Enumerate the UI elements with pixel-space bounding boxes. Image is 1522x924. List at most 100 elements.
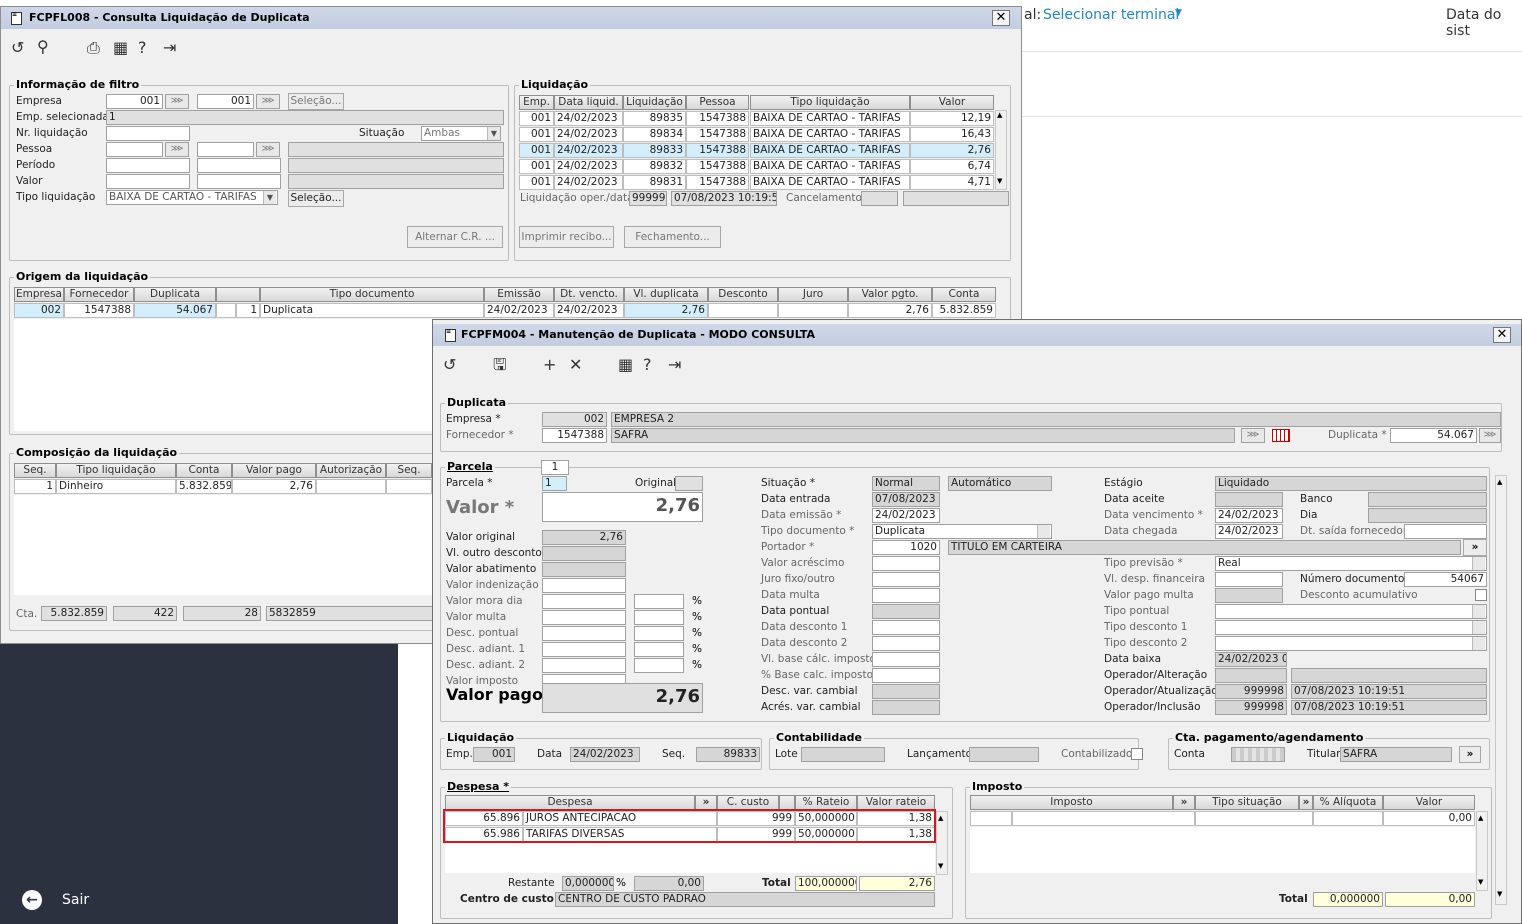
nr-liq-field[interactable] <box>106 126 190 141</box>
column-header[interactable]: Desconto <box>708 287 778 302</box>
pessoa-field-a[interactable] <box>106 142 163 157</box>
table-cell[interactable]: Dinheiro <box>56 479 176 494</box>
column-header[interactable]: Tipo documento <box>260 287 484 302</box>
table-cell[interactable]: 24/02/2023 <box>554 159 623 174</box>
col-despesa[interactable]: Despesa <box>445 795 695 810</box>
lookup-icon[interactable]: ⋙ <box>256 142 280 157</box>
column-header[interactable]: Autorização <box>316 463 386 478</box>
table-cell[interactable] <box>708 303 778 318</box>
col-pessoa[interactable]: Pessoa <box>686 95 749 110</box>
value-field[interactable]: Duplicata <box>872 524 1052 539</box>
column-header[interactable]: Valor pgto. <box>848 287 932 302</box>
chevron-down-icon[interactable] <box>1037 525 1050 538</box>
percent-field[interactable] <box>634 626 684 641</box>
value-field[interactable]: 24/02/2023 <box>1215 524 1283 539</box>
table-cell[interactable]: BAIXA DE CARTAO - TARIFAS <box>750 175 910 190</box>
add-icon[interactable]: + <box>543 356 556 374</box>
col-liquidacao[interactable]: Liquidação <box>623 95 686 110</box>
selecao-button[interactable]: Seleção... <box>288 93 344 110</box>
table-cell[interactable]: 5.832.859 <box>932 303 996 318</box>
calendar-icon[interactable]: ▦ <box>113 39 128 57</box>
value-field[interactable] <box>542 642 626 657</box>
col-data-liquid[interactable]: Data liquid. <box>554 95 623 110</box>
column-header[interactable]: Dt. vencto. <box>554 287 624 302</box>
col-valor[interactable]: Valor <box>910 95 994 110</box>
select-terminal-link[interactable]: Selecionar terminal <box>1043 7 1179 23</box>
table-cell[interactable]: 6,74 <box>910 159 994 174</box>
value-field[interactable]: 54067 <box>1404 572 1487 587</box>
table-cell[interactable]: 1547388 <box>686 127 749 142</box>
table-cell[interactable]: 16,43 <box>910 127 994 142</box>
scrollbar[interactable]: ▲ ▼ <box>1495 475 1507 905</box>
scroll-down-icon[interactable]: ▼ <box>1497 890 1502 898</box>
col-ccusto[interactable]: C. custo <box>717 795 779 810</box>
chevron-down-icon[interactable]: ▼ <box>487 127 500 140</box>
table-cell[interactable] <box>216 303 236 318</box>
value-field[interactable]: Real <box>1215 556 1487 571</box>
table-cell[interactable] <box>778 303 848 318</box>
tipo-liq-select[interactable]: BAIXA DE CARTÃO - TARIFAS <box>106 190 278 205</box>
table-cell[interactable]: 1547388 <box>686 143 749 158</box>
value-field[interactable] <box>872 636 940 651</box>
table-cell[interactable]: 1547388 <box>64 303 134 318</box>
empresa-field-a[interactable]: 001 <box>106 94 163 109</box>
scroll-up-icon[interactable]: ▲ <box>997 111 1002 119</box>
col-tipo-situacao[interactable]: Tipo situação <box>1195 795 1299 810</box>
percent-field[interactable] <box>634 658 684 673</box>
value-field[interactable] <box>872 620 940 635</box>
value-field[interactable]: 24/02/2023 <box>872 508 940 523</box>
column-header[interactable]: Valor pago <box>232 463 316 478</box>
table-cell[interactable]: 12,19 <box>910 111 994 126</box>
column-header[interactable]: Fornecedor <box>64 287 134 302</box>
empresa-field-b[interactable]: 001 <box>197 94 254 109</box>
scrollbar[interactable]: ▲ ▼ <box>995 110 1007 190</box>
sair-button[interactable]: ← Sair <box>22 890 122 912</box>
table-cell[interactable]: BAIXA DE CARTAO - TARIFAS <box>750 127 910 142</box>
calendar-icon[interactable]: ▦ <box>618 356 633 374</box>
periodo-from[interactable] <box>106 158 190 173</box>
col-emp[interactable]: Emp. <box>519 95 554 110</box>
col-imposto[interactable]: Imposto <box>970 795 1173 810</box>
scrollbar[interactable]: ▲ ▼ <box>1476 811 1488 891</box>
table-cell[interactable]: 1 <box>236 303 260 318</box>
column-header[interactable]: Seq. <box>386 463 432 478</box>
table-cell[interactable]: 1 <box>14 479 56 494</box>
value-field[interactable] <box>872 588 940 603</box>
table-cell[interactable]: BAIXA DE CARTAO - TARIFAS <box>750 159 910 174</box>
desconto-acumulativo-checkbox[interactable] <box>1475 589 1487 601</box>
imposto-cell[interactable] <box>970 811 1012 826</box>
col-ccusto-lookup[interactable] <box>779 795 795 810</box>
table-cell[interactable]: 1547388 <box>686 175 749 190</box>
col-rateio[interactable]: % Rateio <box>795 795 857 810</box>
tab-parcela[interactable]: Parcela <box>445 460 495 473</box>
valor-cell[interactable]: 0,00 <box>1383 811 1475 826</box>
help-icon[interactable]: ? <box>138 39 147 57</box>
valor-to[interactable] <box>197 174 281 189</box>
exit-icon[interactable]: ⇥ <box>668 356 681 374</box>
lookup-icon[interactable]: ⋙ <box>165 94 189 109</box>
column-header[interactable]: Tipo liquidação <box>56 463 176 478</box>
value-field[interactable] <box>542 594 626 609</box>
table-cell[interactable]: BAIXA DE CARTAO - TARIFAS <box>750 143 910 158</box>
value-field[interactable] <box>542 626 626 641</box>
table-cell[interactable]: 001 <box>519 127 554 142</box>
table-cell[interactable] <box>386 479 432 494</box>
column-header[interactable]: Vl. duplicata <box>624 287 708 302</box>
table-cell[interactable]: 89831 <box>623 175 686 190</box>
value-field[interactable] <box>542 578 626 593</box>
exit-icon[interactable]: ⇥ <box>163 39 176 57</box>
scroll-down-icon[interactable]: ▼ <box>938 862 943 870</box>
selecao2-button[interactable]: Seleção... <box>288 190 344 207</box>
col-aliquota[interactable]: % Alíquota <box>1313 795 1383 810</box>
col-tipo-situacao-more[interactable]: » <box>1299 795 1313 810</box>
valor-from[interactable] <box>106 174 190 189</box>
delete-icon[interactable]: ✕ <box>569 356 582 374</box>
table-cell[interactable]: 24/02/2023 <box>554 127 623 142</box>
pessoa-field-b[interactable] <box>197 142 254 157</box>
chevron-down-icon[interactable]: ▼ <box>263 191 276 204</box>
value-field[interactable] <box>1215 604 1487 619</box>
value-field[interactable] <box>542 658 626 673</box>
value-field[interactable] <box>872 652 940 667</box>
table-cell[interactable]: 54.067 <box>134 303 216 318</box>
table-cell[interactable]: 89833 <box>623 143 686 158</box>
